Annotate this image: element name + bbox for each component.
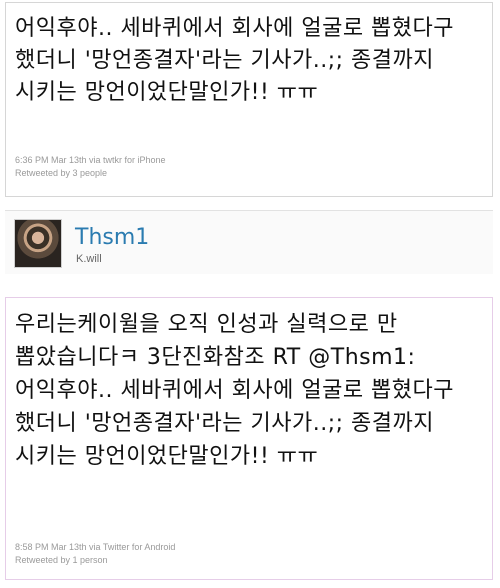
retweet-count[interactable]: Retweeted by 3 people: [15, 167, 166, 180]
author-name-link[interactable]: Thsm1: [75, 225, 149, 251]
tweet-meta: 6:36 PM Mar 13th via twtkr for iPhone Re…: [15, 154, 166, 180]
author-card: Thsm1 K.will: [5, 210, 493, 274]
tweet-text: 어익후야.. 세바퀴에서 회사에 얼굴로 뽑혔다구 했더니 '망언종결자'라는 …: [15, 16, 455, 105]
tweet-text: 우리는케이윌을 오직 인성과 실력으로 만 뽑았습니다ㅋ 3단진화참조 RT @…: [15, 308, 484, 473]
retweet-card: 우리는케이윌을 오직 인성과 실력으로 만 뽑았습니다ㅋ 3단진화참조 RT @…: [5, 297, 493, 580]
avatar[interactable]: [14, 219, 62, 268]
tweet-timestamp-link[interactable]: 6:36 PM Mar 13th via twtkr for iPhone: [15, 154, 166, 167]
author-full-name: K.will: [76, 253, 102, 265]
tweet-meta: 8:58 PM Mar 13th via Twitter for Android…: [15, 541, 175, 567]
tweet-card: 어익후야.. 세바퀴에서 회사에 얼굴로 뽑혔다구 했더니 '망언종결자'라는 …: [5, 2, 493, 197]
mention-link[interactable]: @Thsm1: [308, 345, 407, 370]
tweet-timestamp-link[interactable]: 8:58 PM Mar 13th via Twitter for Android: [15, 541, 175, 554]
retweet-count[interactable]: Retweeted by 1 person: [15, 554, 175, 567]
